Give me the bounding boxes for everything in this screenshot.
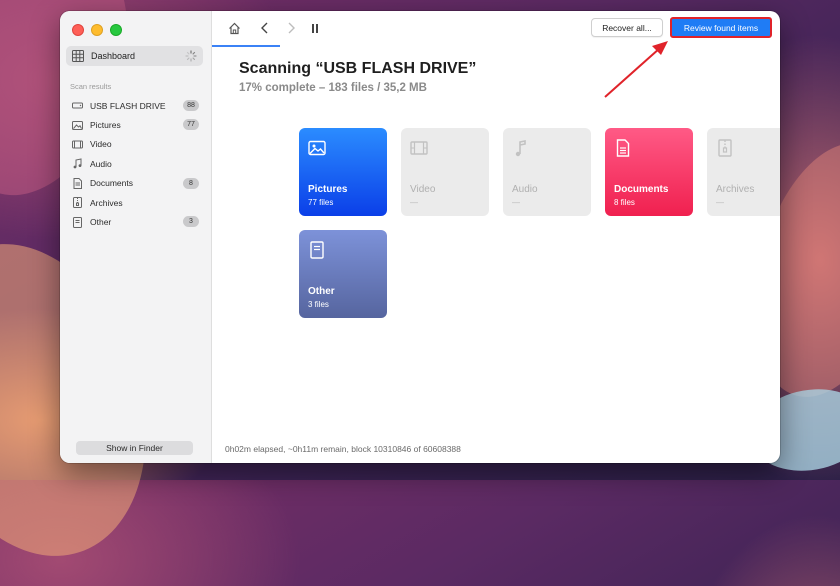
sidebar-item-other[interactable]: Other 3 <box>66 212 203 231</box>
video-icon <box>410 141 428 155</box>
category-card-audio[interactable]: Audio — <box>503 128 591 216</box>
archive-icon <box>72 197 83 209</box>
category-card-pictures[interactable]: Pictures 77 files <box>299 128 387 216</box>
music-note-icon <box>72 158 83 169</box>
review-found-items-button[interactable]: Review found items <box>670 17 772 38</box>
sidebar-item-pictures[interactable]: Pictures 77 <box>66 115 203 134</box>
video-icon <box>72 139 83 150</box>
picture-icon <box>308 140 326 156</box>
music-note-icon <box>515 140 526 157</box>
card-title: Archives <box>716 184 755 195</box>
scan-results-list: USB FLASH DRIVE 88 Pictures 77 Video Aud… <box>66 96 203 232</box>
card-file-count: 8 files <box>614 198 635 207</box>
sidebar-item-label: Audio <box>90 158 112 169</box>
count-badge: 88 <box>183 100 199 111</box>
app-window: Dashboard Scan results USB FLASH DRIVE 8… <box>60 11 780 463</box>
loading-spinner-icon <box>185 50 197 62</box>
card-file-count: — <box>410 198 418 207</box>
category-card-documents[interactable]: Documents 8 files <box>605 128 693 216</box>
show-in-finder-button[interactable]: Show in Finder <box>76 441 193 455</box>
main-panel: Recover all... Review found items Scanni… <box>212 11 780 463</box>
count-badge: 8 <box>183 177 199 189</box>
sidebar: Dashboard Scan results USB FLASH DRIVE 8… <box>60 11 212 463</box>
drive-icon <box>72 100 83 111</box>
chevron-right-icon[interactable] <box>284 21 298 35</box>
category-card-video[interactable]: Video — <box>401 128 489 216</box>
sidebar-item-label: Documents <box>90 178 133 189</box>
card-file-count: — <box>512 198 520 207</box>
sidebar-item-label: Other <box>90 217 112 228</box>
document-icon <box>72 177 83 189</box>
archive-icon <box>718 139 732 157</box>
chevron-left-icon[interactable] <box>258 21 272 35</box>
card-title: Audio <box>512 184 538 195</box>
scan-progress-text: 17% complete – 183 files / 35,2 MB <box>239 82 427 94</box>
minimize-window-button[interactable] <box>91 24 103 36</box>
sidebar-item-audio[interactable]: Audio <box>66 154 203 173</box>
card-title: Other <box>308 286 335 297</box>
card-file-count: 77 files <box>308 198 334 207</box>
sidebar-item-documents[interactable]: Documents 8 <box>66 174 203 193</box>
sidebar-item-label: USB FLASH DRIVE <box>90 100 166 111</box>
card-title: Video <box>410 184 436 195</box>
zoom-window-button[interactable] <box>110 24 122 36</box>
card-title: Pictures <box>308 184 348 195</box>
count-badge: 77 <box>183 119 199 131</box>
card-file-count: — <box>716 198 724 207</box>
other-file-icon <box>72 216 83 228</box>
window-controls <box>72 24 122 36</box>
home-icon[interactable] <box>227 21 241 35</box>
pause-icon[interactable] <box>308 21 322 35</box>
sidebar-item-label: Archives <box>90 197 123 208</box>
card-file-count: 3 files <box>308 300 329 309</box>
close-window-button[interactable] <box>72 24 84 36</box>
sidebar-item-video[interactable]: Video <box>66 135 203 154</box>
sidebar-item-label: Video <box>90 139 112 150</box>
scan-results-heading: Scan results <box>70 82 112 91</box>
count-badge: 3 <box>183 216 199 228</box>
home-tab-indicator <box>212 45 280 47</box>
sidebar-item-archives[interactable]: Archives <box>66 193 203 212</box>
document-icon <box>616 139 630 157</box>
category-card-archives[interactable]: Archives — <box>707 128 780 216</box>
sidebar-item-label: Pictures <box>90 120 121 131</box>
category-card-other[interactable]: Other 3 files <box>299 230 387 318</box>
sidebar-item-dashboard[interactable]: Dashboard <box>66 46 203 66</box>
sidebar-item-usb-flash-drive[interactable]: USB FLASH DRIVE 88 <box>66 96 203 115</box>
other-file-icon <box>310 241 324 259</box>
grid-icon <box>72 50 84 62</box>
card-title: Documents <box>614 184 669 195</box>
sidebar-item-label: Dashboard <box>91 51 136 61</box>
page-title: Scanning “USB FLASH DRIVE” <box>239 60 477 77</box>
picture-icon <box>72 120 83 131</box>
scan-status-text: 0h02m elapsed, ~0h11m remain, block 1031… <box>225 444 461 454</box>
recover-all-button[interactable]: Recover all... <box>591 18 663 37</box>
